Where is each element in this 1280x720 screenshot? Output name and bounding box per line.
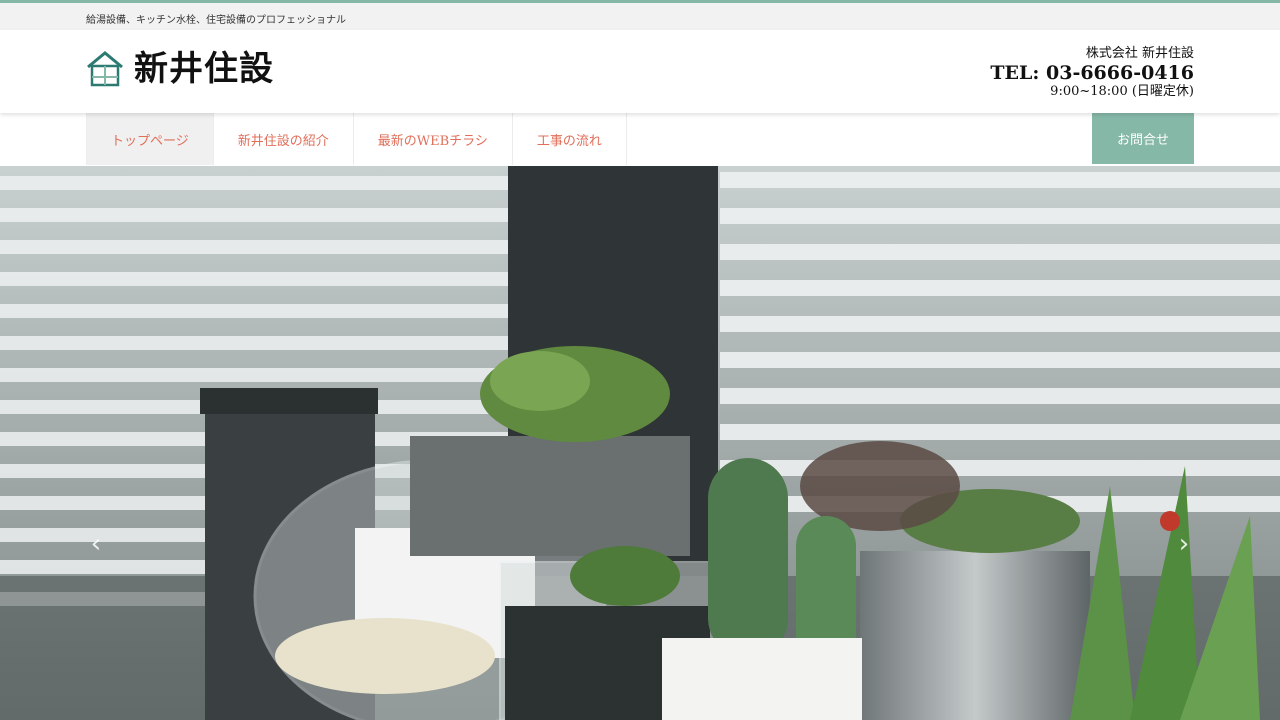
topbar: 給湯設備、キッチン水栓、住宅設備のプロフェッショナル [0,3,1280,30]
site-logo[interactable]: 新井住設 [86,49,286,89]
site-tagline: 給湯設備、キッチン水栓、住宅設備のプロフェッショナル [86,15,346,26]
nav-item-about[interactable]: 新井住設の紹介 [214,113,354,165]
company-name: 株式会社 新井住設 [1085,46,1194,61]
house-logo-icon [87,51,123,87]
business-hours: 9:00~18:00 (日曜定休) [1050,84,1194,99]
slider-prev-arrow-icon[interactable]: ‹ [84,528,108,560]
nav-item-construction-flow[interactable]: 工事の流れ [513,113,627,165]
nav-items: トップページ 新井住設の紹介 最新のWEBチラシ 工事の流れ [86,113,627,165]
contact-info: 株式会社 新井住設 TEL: 03-6666-0416 9:00~18:00 (… [990,46,1194,100]
phone-number[interactable]: TEL: 03-6666-0416 [990,62,1194,84]
nav-item-top[interactable]: トップページ [87,113,214,165]
logo-text: 新井住設 [134,49,274,89]
main-nav: トップページ 新井住設の紹介 最新のWEBチラシ 工事の流れ お問合せ [0,113,1280,166]
hero-image [0,166,1280,720]
hero-slider: ‹ › [0,166,1280,720]
nav-item-web-flyer[interactable]: 最新のWEBチラシ [354,113,513,165]
contact-button[interactable]: お問合せ [1092,113,1194,164]
slider-next-arrow-icon[interactable]: › [1172,528,1196,560]
site-header: 新井住設 株式会社 新井住設 TEL: 03-6666-0416 9:00~18… [0,30,1280,113]
